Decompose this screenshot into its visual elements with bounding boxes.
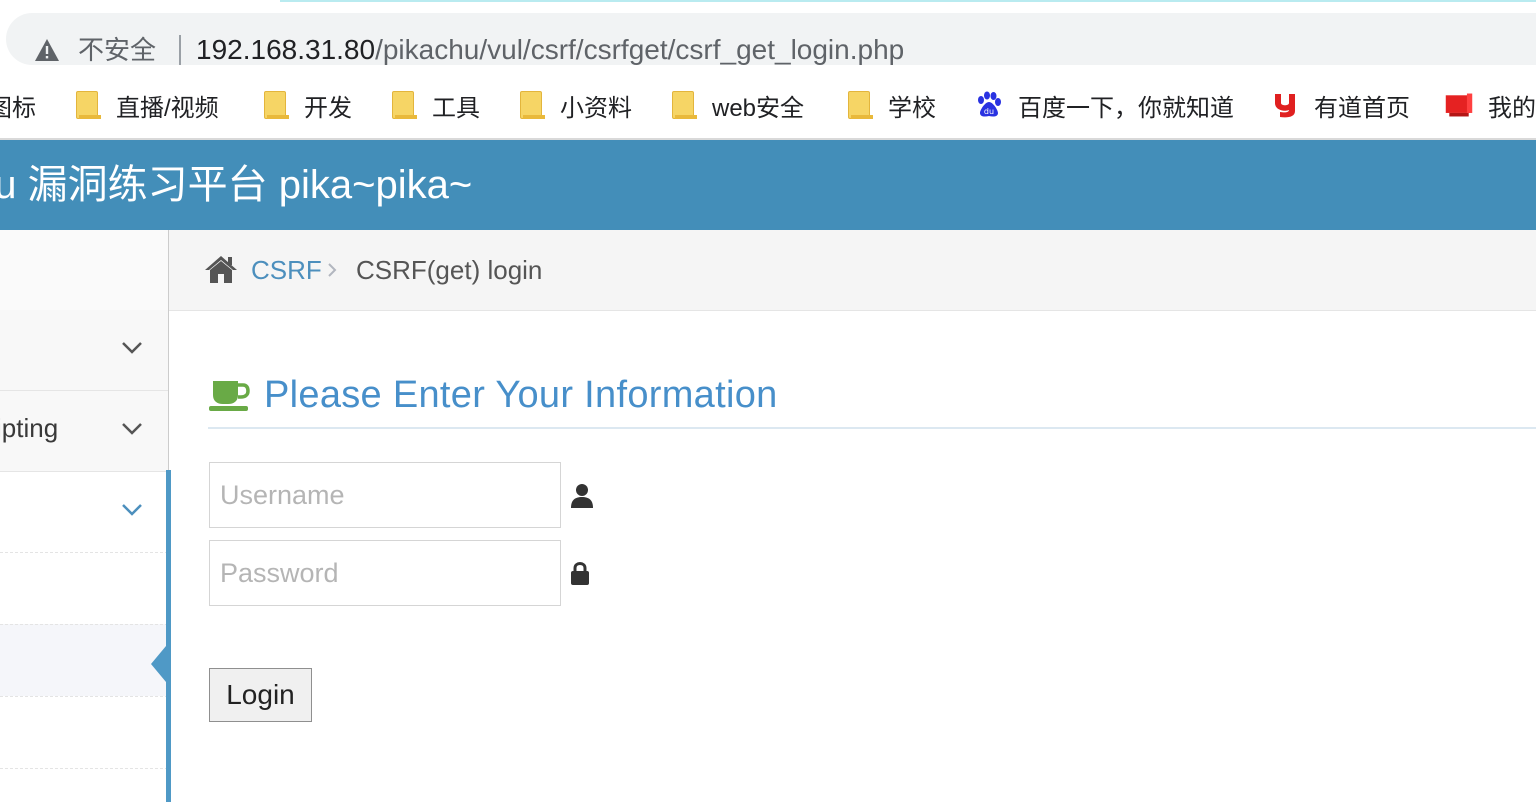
address-separator xyxy=(179,35,181,65)
bookmark-icons[interactable]: 图标 xyxy=(0,88,36,122)
folder-icon xyxy=(848,91,874,119)
url-path: /pikachu/vul/csrf/csrfget/csrf_get_login… xyxy=(375,34,905,65)
password-input[interactable] xyxy=(210,541,560,605)
bookmarks-bar: 图标 直播/视频 开发 工具 小资料 web安全 学校 du xyxy=(0,72,1536,140)
chevron-right-icon xyxy=(328,263,337,277)
sidebar-active-caret xyxy=(151,640,171,688)
lock-icon xyxy=(571,562,589,585)
svg-text:du: du xyxy=(984,107,994,116)
bookmark-baidu[interactable]: du 百度一下，你就知道 xyxy=(974,88,1234,122)
sidebar-item-csrf[interactable] xyxy=(0,472,168,553)
chevron-down-icon xyxy=(122,504,142,516)
sidebar-subitem[interactable] xyxy=(0,696,168,769)
home-icon xyxy=(205,256,237,283)
site-header: nu 漏洞练习平台 pika~pika~ xyxy=(0,140,1536,230)
chevron-down-icon xyxy=(122,342,142,354)
sidebar-active-bar xyxy=(166,470,171,802)
sidebar: ipting xyxy=(0,230,171,803)
bookmark-label: 我的 xyxy=(1488,94,1536,122)
security-status-label[interactable]: 不安全 xyxy=(78,34,156,66)
url-host: 192.168.31.80 xyxy=(196,34,376,65)
bookmark-label: 开发 xyxy=(304,94,352,122)
bookmark-label: 小资料 xyxy=(560,94,632,122)
login-button[interactable]: Login xyxy=(209,668,312,722)
sidebar-item-label: ipting xyxy=(0,413,59,443)
bookmark-folder-web-security[interactable]: web安全 xyxy=(672,88,804,122)
warning-icon[interactable] xyxy=(34,38,60,62)
sidebar-menu-item[interactable] xyxy=(0,310,168,391)
bookmark-label: 有道首页 xyxy=(1314,94,1410,122)
chevron-down-icon xyxy=(122,423,142,435)
youdao-icon xyxy=(1270,90,1300,120)
bookmark-label: 百度一下，你就知道 xyxy=(1018,94,1234,122)
folder-icon xyxy=(672,91,698,119)
page-title: Please Enter Your Information xyxy=(264,373,778,416)
bookmark-folder-school[interactable]: 学校 xyxy=(848,88,936,122)
folder-icon xyxy=(76,91,102,119)
user-icon xyxy=(571,484,593,508)
bookmark-label: 学校 xyxy=(888,94,936,122)
baidu-icon: du xyxy=(974,90,1004,120)
red-book-icon xyxy=(1444,90,1474,120)
password-field-wrapper xyxy=(209,540,561,606)
breadcrumb-current: CSRF(get) login xyxy=(356,255,543,285)
site-title[interactable]: nu 漏洞练习平台 pika~pika~ xyxy=(0,162,472,208)
folder-icon xyxy=(264,91,290,119)
sidebar-item-cross-site-scripting[interactable]: ipting xyxy=(0,391,168,472)
coffee-icon xyxy=(209,381,250,411)
heading-divider xyxy=(208,427,1536,429)
url-text[interactable]: 192.168.31.80/pikachu/vul/csrf/csrfget/c… xyxy=(196,34,904,66)
username-input[interactable] xyxy=(210,463,560,527)
folder-icon xyxy=(392,91,418,119)
bookmark-mine[interactable]: 我的 xyxy=(1444,88,1536,122)
bookmark-folder-notes[interactable]: 小资料 xyxy=(520,88,632,122)
form-heading: Please Enter Your Information xyxy=(208,370,778,420)
username-field-wrapper xyxy=(209,462,561,528)
bookmark-youdao[interactable]: 有道首页 xyxy=(1270,88,1410,122)
breadcrumb: CSRF CSRF(get) login xyxy=(169,230,1536,311)
sidebar-subitem[interactable] xyxy=(0,768,168,803)
bookmark-label: web安全 xyxy=(712,94,805,122)
address-bar-row: 不安全 192.168.31.80/pikachu/vul/csrf/csrfg… xyxy=(0,2,1536,72)
folder-icon xyxy=(520,91,546,119)
sidebar-subitem[interactable] xyxy=(0,552,168,625)
bookmark-label: 工具 xyxy=(432,94,480,122)
address-bar[interactable]: 不安全 192.168.31.80/pikachu/vul/csrf/csrfg… xyxy=(6,13,1536,65)
bookmark-folder-live-video[interactable]: 直播/视频 xyxy=(76,88,219,122)
bookmark-label: 直播/视频 xyxy=(116,94,219,122)
bookmark-label: 图标 xyxy=(0,94,36,122)
sidebar-shortcuts xyxy=(0,230,168,311)
breadcrumb-link-csrf[interactable]: CSRF xyxy=(251,254,322,286)
bookmark-folder-dev[interactable]: 开发 xyxy=(264,88,352,122)
sidebar-subitem-active[interactable] xyxy=(0,624,168,697)
bookmark-folder-tools[interactable]: 工具 xyxy=(392,88,480,122)
